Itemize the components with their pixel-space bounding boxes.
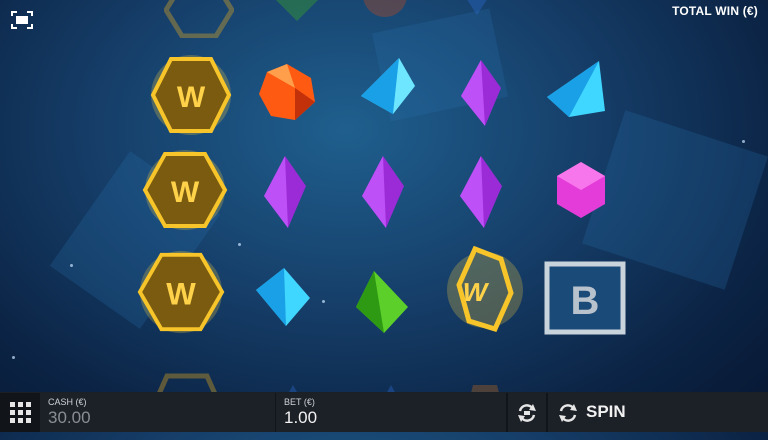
bottom-control-bar: CASH (€) 30.00 BET (€) 1.00 SPIN [0, 392, 768, 432]
green-gem-symbol [252, 0, 342, 40]
svg-text:W: W [166, 277, 196, 312]
purple-gem-symbol [338, 152, 428, 232]
cash-label: CASH (€) [48, 397, 87, 407]
orange-gem-symbol [340, 0, 430, 35]
svg-text:W: W [177, 81, 206, 114]
svg-text:B: B [571, 279, 600, 323]
svg-text:W: W [171, 176, 200, 209]
menu-grid-icon[interactable] [0, 393, 40, 432]
wild-symbol-tilted: W [440, 245, 530, 333]
wild-symbol: W [146, 55, 236, 135]
autoplay-icon[interactable] [508, 393, 546, 432]
slot-reels: W W W W B [0, 0, 768, 417]
wild-symbol [154, 0, 244, 50]
spin-button[interactable]: SPIN [548, 393, 768, 432]
fullscreen-icon[interactable] [10, 10, 34, 30]
cyan-gem-symbol [532, 50, 622, 130]
bet-selector[interactable]: BET (€) 1.00 [276, 393, 506, 432]
purple-gem-symbol [436, 152, 526, 232]
wild-symbol: W [136, 250, 226, 334]
blue-gem-symbol [432, 0, 522, 32]
purple-gem-symbol [436, 53, 526, 133]
bet-label: BET (€) [284, 397, 315, 407]
spin-label: SPIN [586, 402, 626, 421]
cash-display: CASH (€) 30.00 [40, 393, 275, 432]
total-win-label: TOTAL WIN (€) [672, 4, 758, 18]
cash-value: 30.00 [48, 408, 91, 427]
purple-gem-symbol [240, 152, 330, 232]
cyan-gem-symbol [238, 257, 328, 337]
green-gem-symbol [334, 262, 424, 342]
wild-symbol: W [140, 150, 230, 230]
cyan-gem-symbol [343, 47, 433, 127]
orange-gem-symbol [242, 52, 332, 132]
spin-icon [556, 401, 580, 430]
pink-gem-symbol [536, 150, 626, 230]
bonus-b-symbol: B [540, 258, 630, 338]
bet-value: 1.00 [284, 408, 318, 427]
